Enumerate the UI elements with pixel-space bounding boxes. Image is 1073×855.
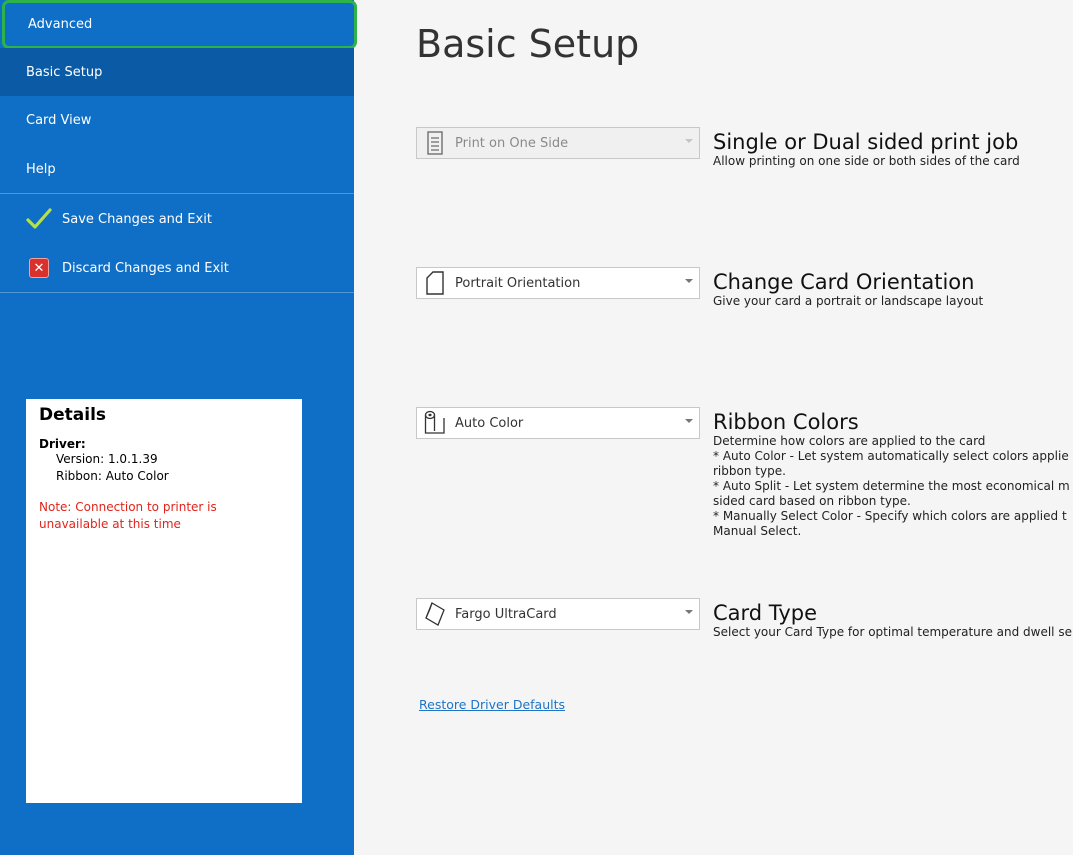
restore-driver-defaults-link[interactable]: Restore Driver Defaults <box>419 697 565 712</box>
chevron-down-icon <box>685 279 693 283</box>
orientation-description: Give your card a portrait or landscape l… <box>713 294 984 308</box>
nav-help[interactable]: Help <box>0 145 354 193</box>
ribbon-colors-section: Ribbon Colors Determine how colors are a… <box>713 410 1073 539</box>
nav-help-label: Help <box>26 161 56 177</box>
nav-card-view-label: Card View <box>26 112 92 128</box>
save-changes-label: Save Changes and Exit <box>62 211 212 227</box>
discard-changes-label: Discard Changes and Exit <box>62 260 229 276</box>
ribbon-colors-value: Auto Color <box>455 415 524 431</box>
print-sides-description: Allow printing on one side or both sides… <box>713 154 1020 168</box>
page-title: Basic Setup <box>416 22 640 66</box>
ribbon-roll-icon <box>421 409 449 437</box>
card-type-icon <box>421 600 449 628</box>
card-type-heading: Card Type <box>713 601 818 625</box>
print-sides-section: Single or Dual sided print job Allow pri… <box>713 130 1073 169</box>
driver-version: Version: 1.0.1.39 <box>56 452 158 466</box>
chevron-down-icon <box>685 139 693 143</box>
chevron-down-icon <box>685 610 693 614</box>
details-panel: Details Driver: Version: 1.0.1.39 Ribbon… <box>26 399 302 803</box>
connection-note: Note: Connection to printer is unavailab… <box>39 500 217 531</box>
portrait-card-icon <box>421 269 449 297</box>
orientation-section: Change Card Orientation Give your card a… <box>713 270 1073 309</box>
card-type-value: Fargo UltraCard <box>455 606 557 622</box>
close-icon: ✕ <box>26 257 52 279</box>
nav-advanced[interactable]: Advanced <box>2 0 357 49</box>
nav-basic-setup[interactable]: Basic Setup <box>0 48 354 96</box>
sidebar: Advanced Basic Setup Card View Help Save… <box>0 0 357 855</box>
orientation-dropdown[interactable]: Portrait Orientation <box>416 267 700 299</box>
card-type-dropdown[interactable]: Fargo UltraCard <box>416 598 700 630</box>
nav-card-view[interactable]: Card View <box>0 96 354 144</box>
save-changes-button[interactable]: Save Changes and Exit <box>0 196 354 242</box>
sidebar-divider <box>0 292 354 293</box>
nav-basic-setup-label: Basic Setup <box>26 64 103 80</box>
print-sides-value: Print on One Side <box>455 135 569 151</box>
orientation-value: Portrait Orientation <box>455 275 581 291</box>
ribbon-colors-dropdown[interactable]: Auto Color <box>416 407 700 439</box>
print-sides-heading: Single or Dual sided print job <box>713 130 1019 154</box>
card-type-section: Card Type Select your Card Type for opti… <box>713 601 1073 640</box>
ribbon-colors-heading: Ribbon Colors <box>713 410 859 434</box>
print-sides-dropdown[interactable]: Print on One Side <box>416 127 700 159</box>
nav-advanced-label: Advanced <box>28 17 93 32</box>
driver-ribbon: Ribbon: Auto Color <box>56 469 169 483</box>
orientation-heading: Change Card Orientation <box>713 270 975 294</box>
ribbon-colors-description: Determine how colors are applied to the … <box>713 434 1070 538</box>
checkmark-icon <box>26 208 52 230</box>
document-icon <box>421 129 449 157</box>
driver-label: Driver: <box>39 437 86 451</box>
card-type-description: Select your Card Type for optimal temper… <box>713 625 1072 639</box>
sidebar-divider <box>0 193 354 194</box>
discard-changes-button[interactable]: ✕ Discard Changes and Exit <box>0 245 354 291</box>
chevron-down-icon <box>685 419 693 423</box>
details-title: Details <box>39 405 107 425</box>
